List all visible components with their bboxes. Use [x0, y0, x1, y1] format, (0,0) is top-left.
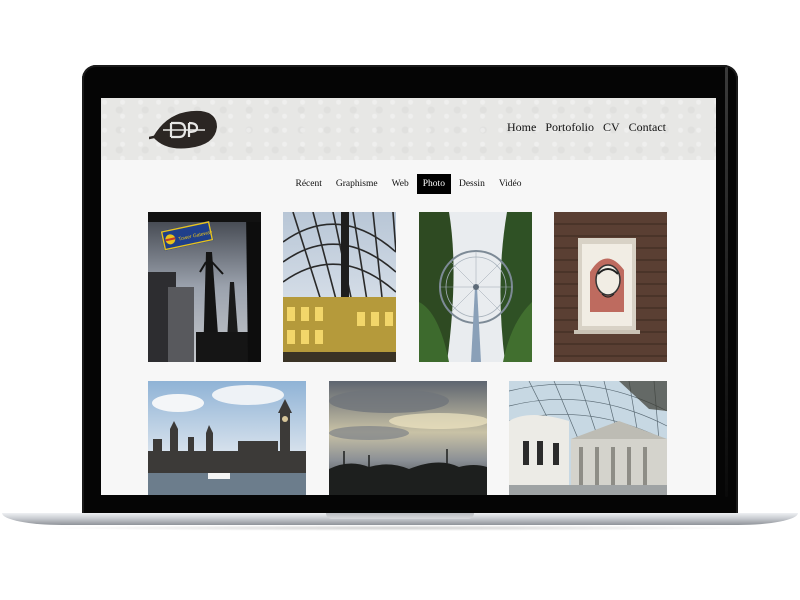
- photo-thumbnail-british-museum[interactable]: [509, 381, 667, 495]
- browser-screen: Home Portofolio CV Contact Récent Graphi…: [101, 98, 716, 495]
- nav-home-link[interactable]: Home: [507, 120, 536, 135]
- photo-thumbnail-che-poster[interactable]: [554, 212, 667, 362]
- photo-che-poster-image: [554, 212, 667, 362]
- photo-parliament-image: [148, 381, 306, 495]
- photo-british-museum-image: [509, 381, 667, 495]
- laptop-shadow: [40, 525, 760, 531]
- nav-cv-link[interactable]: CV: [603, 120, 620, 135]
- tab-recent[interactable]: Récent: [290, 174, 328, 194]
- photo-thumbnail-docks[interactable]: Tower Gateway: [148, 212, 261, 362]
- tab-dessin[interactable]: Dessin: [453, 174, 491, 194]
- lid-edge-highlight: [725, 67, 728, 497]
- main-nav: Home Portofolio CV Contact: [507, 120, 666, 135]
- photo-docks-image: Tower Gateway: [148, 212, 261, 362]
- photo-thumbnail-london-eye[interactable]: [419, 212, 532, 362]
- nav-portfolio-link[interactable]: Portofolio: [545, 120, 594, 135]
- laptop-base-notch: [326, 513, 474, 519]
- site-header: Home Portofolio CV Contact: [101, 98, 716, 160]
- leaf-logo-icon[interactable]: [149, 107, 219, 151]
- photo-london-eye-image: [419, 212, 532, 362]
- photo-sunset-sky-image: [329, 381, 487, 495]
- tab-photo[interactable]: Photo: [416, 174, 451, 194]
- category-filter-tabs: Récent Graphisme Web Photo Dessin Vidéo: [101, 174, 716, 194]
- tab-video[interactable]: Vidéo: [493, 174, 528, 194]
- photo-thumbnail-galleria[interactable]: [283, 212, 396, 362]
- photo-thumbnail-parliament[interactable]: [148, 381, 306, 495]
- tab-web[interactable]: Web: [386, 174, 415, 194]
- photo-thumbnail-sunset-sky[interactable]: [329, 381, 487, 495]
- nav-contact-link[interactable]: Contact: [629, 120, 666, 135]
- photo-galleria-image: [283, 212, 396, 362]
- tab-graphisme[interactable]: Graphisme: [330, 174, 384, 194]
